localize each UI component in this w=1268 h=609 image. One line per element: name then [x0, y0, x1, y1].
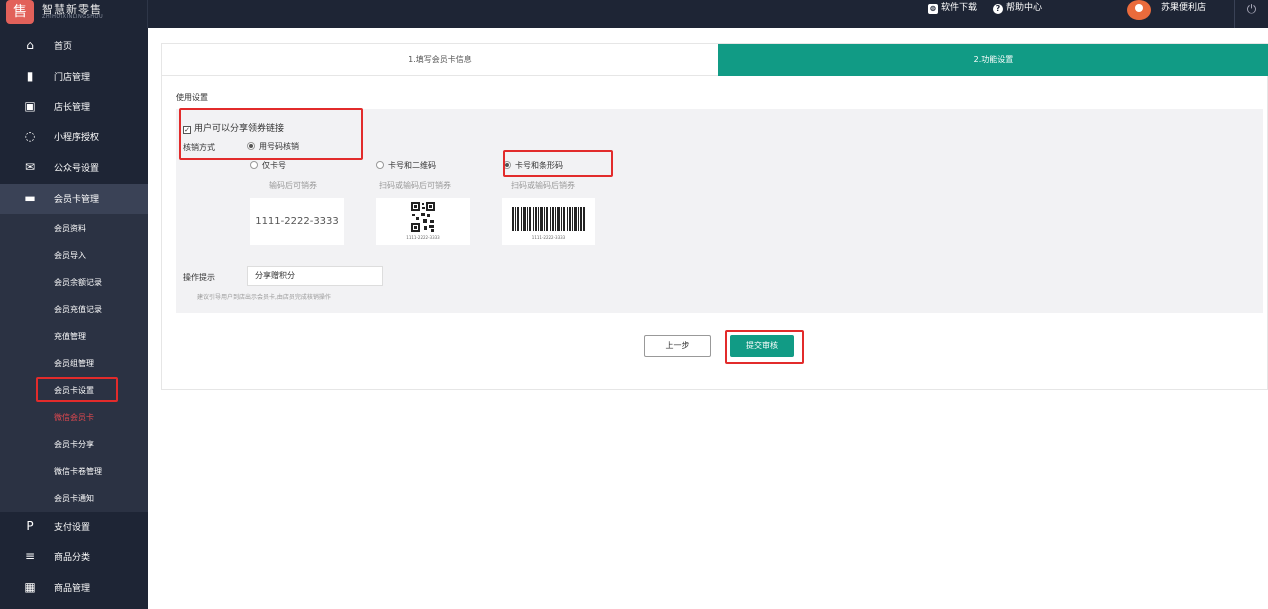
code-option-label: 仅卡号: [262, 161, 286, 170]
help-label: 帮助中心: [1006, 3, 1043, 13]
sidebar-item-card[interactable]: ▬ 会员卡管理: [0, 184, 148, 214]
sidebar-item-label: 会员卡管理: [54, 195, 100, 205]
pay-icon: P: [26, 519, 34, 533]
submenu-item[interactable]: 会员卡分享: [54, 439, 94, 450]
section-title: 使用设置: [176, 93, 208, 102]
submenu-item[interactable]: 会员导入: [54, 250, 86, 261]
submenu-item[interactable]: 充值管理: [54, 331, 86, 342]
code-radio-number-only[interactable]: 仅卡号: [250, 160, 286, 171]
sidebar-item-label: 公众号设置: [54, 164, 100, 174]
sidebar-item-home[interactable]: ⌂ 首页: [0, 31, 148, 61]
op-input[interactable]: 分享赠积分: [247, 266, 383, 286]
power-icon[interactable]: ⏻: [1234, 0, 1268, 28]
prev-button[interactable]: 上一步: [644, 335, 711, 357]
sidebar-item-goods[interactable]: ▦ 商品管理: [0, 573, 148, 603]
submenu-item[interactable]: 会员充值记录: [54, 304, 102, 315]
step-1[interactable]: 1.填写会员卡信息: [162, 44, 718, 76]
submenu-item[interactable]: 微信卡卷管理: [54, 466, 102, 477]
settings-panel: 1.填写会员卡信息 2.功能设置 使用设置 ✓ 用户可以分享领券链接 核销方式 用…: [161, 43, 1268, 390]
sidebar-item-category[interactable]: ≡ 商品分类: [0, 542, 148, 572]
help-icon: ?: [993, 4, 1003, 14]
top-header: 售 智慧新零售 ZHIHUIXINLINGSHOU ⊜ 软件下载 ? 帮助中心 苏果…: [0, 0, 1268, 28]
download-link[interactable]: ⊜ 软件下载: [928, 0, 977, 28]
manager-icon: ▣: [24, 99, 36, 113]
store-name[interactable]: 苏果便利店: [1161, 0, 1206, 28]
sidebar-item-label: 店长管理: [54, 103, 91, 113]
sidebar-item-miniapp[interactable]: ◌ 小程序授权: [0, 122, 148, 152]
download-icon: ⊜: [928, 4, 938, 14]
code-note: 扫码或输码后可销券: [379, 181, 451, 190]
barcode-preview: 1111-2222-3333: [502, 198, 595, 245]
avatar[interactable]: [1127, 0, 1151, 20]
submenu-item[interactable]: 会员卡通知: [54, 493, 94, 504]
step-2-active[interactable]: 2.功能设置: [718, 44, 1268, 76]
logo[interactable]: 售 智慧新零售 ZHIHUIXINLINGSHOU: [0, 0, 148, 28]
code-note: 扫码或输码后销券: [511, 181, 575, 190]
highlight-frame: [503, 150, 613, 177]
highlight-frame: [725, 330, 804, 364]
sidebar-item-label: 商品管理: [54, 584, 91, 594]
main-content: 1.填写会员卡信息 2.功能设置 使用设置 ✓ 用户可以分享领券链接 核销方式 用…: [148, 28, 1268, 609]
submenu-item[interactable]: 会员组管理: [54, 358, 94, 369]
radio-icon[interactable]: [376, 161, 384, 169]
sidebar-item-label: 首页: [54, 42, 73, 52]
qrcode-caption: 1111-2222-3333: [406, 235, 440, 240]
sidebar-item-store[interactable]: ▮ 门店管理: [0, 62, 148, 92]
sidebar-item-manager[interactable]: ▣ 店长管理: [0, 92, 148, 122]
submenu-item[interactable]: 会员资料: [54, 223, 86, 234]
code-option-label: 卡号和二维码: [388, 161, 436, 170]
app-sub: ZHIHUIXINLINGSHOU: [42, 14, 104, 20]
grid-icon: ▦: [24, 580, 36, 594]
home-icon: ⌂: [26, 38, 34, 52]
qrcode-icon: [411, 202, 435, 232]
highlight-frame: [36, 377, 118, 402]
sidebar-item-pay[interactable]: P 支付设置: [0, 512, 148, 542]
highlight-frame: [179, 108, 363, 160]
list-icon: ≡: [24, 549, 36, 563]
download-label: 软件下载: [941, 3, 978, 13]
barcode-icon: [512, 207, 585, 231]
submenu-item[interactable]: 会员余额记录: [54, 277, 102, 288]
qrcode-preview: 1111-2222-3333: [376, 198, 470, 245]
sidebar-item-label: 门店管理: [54, 73, 91, 83]
barcode-caption: 1111-2222-3333: [531, 235, 566, 240]
card-submenu: 会员资料 会员导入 会员余额记录 会员充值记录 充值管理 会员组管理 会员卡设置…: [0, 214, 148, 512]
submenu-item-selected[interactable]: 微信会员卡: [54, 412, 94, 423]
sidebar-item-label: 商品分类: [54, 553, 91, 563]
wechat-icon: ✉: [24, 160, 36, 174]
logo-mark: 售: [6, 0, 34, 24]
code-radio-qrcode[interactable]: 卡号和二维码: [376, 160, 436, 171]
sidebar-item-label: 支付设置: [54, 523, 91, 533]
number-preview: 1111-2222-3333: [250, 198, 344, 245]
sidebar-item-wechat[interactable]: ✉ 公众号设置: [0, 153, 148, 183]
code-note: 输码后可销券: [269, 181, 317, 190]
store-icon: ▮: [26, 69, 34, 83]
radio-icon[interactable]: [250, 161, 258, 169]
op-hint: 建议引导用户到店出示会员卡,由店员完成核销操作: [197, 294, 331, 301]
card-icon: ▬: [24, 191, 36, 205]
sidebar-item-label: 小程序授权: [54, 133, 100, 143]
help-link[interactable]: ? 帮助中心: [993, 0, 1042, 28]
miniapp-icon: ◌: [24, 129, 36, 143]
sidebar: ⌂ 首页 ▮ 门店管理 ▣ 店长管理 ◌ 小程序授权 ✉ 公众号设置 ▬ 会员卡…: [0, 28, 148, 609]
op-label: 操作提示: [183, 273, 215, 282]
